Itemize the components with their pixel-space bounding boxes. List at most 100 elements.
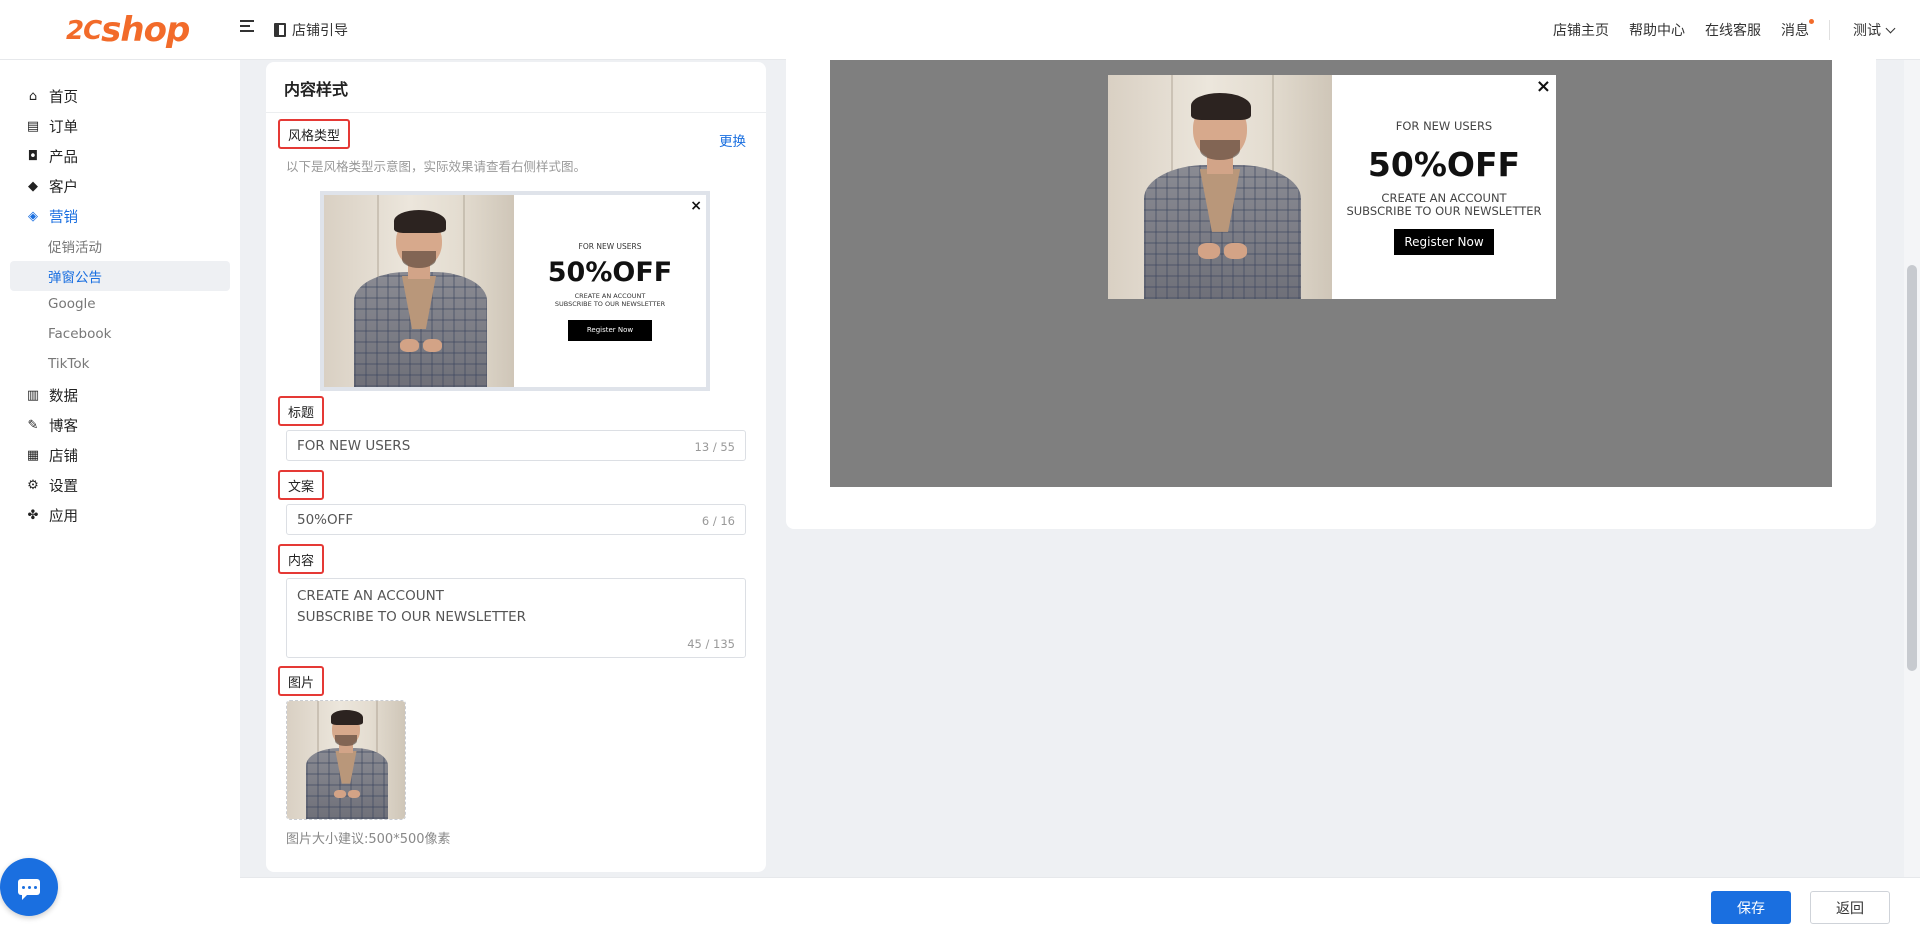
sidebar-label: 设置	[49, 479, 78, 495]
promo-headline: 50%OFF	[547, 256, 673, 288]
unread-dot	[1809, 19, 1814, 24]
style-type-thumbnail[interactable]: × FOR NEW USERS 50%OFF CREATE AN ACCOUNT…	[320, 191, 710, 391]
sidebar-item-products[interactable]: ◘ 产品	[26, 146, 78, 167]
preview-stage: × FOR NEW USERS 50%OFF CREATE AN ACCOUNT…	[830, 60, 1832, 487]
logo-text: shop	[101, 10, 190, 50]
sidebar-label: 首页	[49, 90, 78, 106]
popup-preview: × FOR NEW USERS 50%OFF CREATE AN ACCOUNT…	[1108, 75, 1556, 299]
popup-headline: 50%OFF	[1367, 144, 1521, 184]
title-char-count: 13 / 55	[694, 440, 735, 454]
menu-toggle-icon[interactable]	[240, 20, 254, 32]
gear-icon: ⚙	[27, 478, 39, 493]
copy-label: 文案	[278, 470, 325, 500]
sidebar-sub-facebook[interactable]: Facebook	[48, 326, 111, 342]
scrollbar-thumb[interactable]	[1907, 265, 1917, 671]
promo-line2: SUBSCRIBE TO OUR NEWSLETTER	[554, 299, 666, 308]
page-scrollbar[interactable]	[1904, 60, 1920, 877]
sidebar-label: 数据	[49, 389, 78, 405]
edit-icon: ✎	[27, 418, 39, 433]
sidebar-sub-tiktok[interactable]: TikTok	[48, 356, 89, 372]
title-label: 标题	[278, 396, 325, 426]
messages-label: 消息	[1781, 23, 1809, 39]
sidebar-item-data[interactable]: ▥ 数据	[26, 385, 78, 406]
promo-text-block: × FOR NEW USERS 50%OFF CREATE AN ACCOUNT…	[514, 195, 706, 387]
sidebar-label: 营销	[49, 210, 78, 226]
sidebar-item-home[interactable]: ⌂ 首页	[26, 86, 78, 107]
sidebar-label: 订单	[49, 120, 78, 136]
sidebar-item-settings[interactable]: ⚙ 设置	[26, 475, 78, 496]
copy-char-count: 6 / 16	[701, 514, 735, 528]
sidebar-label: 博客	[49, 419, 78, 435]
store-icon: ▦	[26, 448, 40, 463]
popup-kicker: FOR NEW USERS	[1395, 118, 1493, 133]
promo-cta: Register Now	[568, 319, 652, 341]
logo[interactable]: 2Cshop	[66, 8, 190, 52]
clipboard-icon: ▤	[26, 119, 40, 134]
content-textarea[interactable]: CREATE AN ACCOUNT SUBSCRIBE TO OUR NEWSL…	[286, 578, 746, 658]
copy-input-value: 50%OFF	[297, 512, 354, 528]
header-divider	[1829, 20, 1830, 40]
content-style-card: 内容样式 风格类型 更换 以下是风格类型示意图，实际效果请查看右侧样式图。 × …	[266, 62, 766, 872]
bottom-action-bar: 保存 返回	[240, 877, 1920, 937]
style-hint: 以下是风格类型示意图，实际效果请查看右侧样式图。	[286, 159, 587, 174]
store-home-link[interactable]: 店铺主页	[1553, 20, 1609, 40]
content-textarea-input[interactable]: CREATE AN ACCOUNT SUBSCRIBE TO OUR NEWSL…	[287, 579, 745, 657]
active-sub-highlight	[10, 261, 230, 291]
store-guide-link[interactable]: 店铺引导	[274, 20, 348, 40]
popup-close-icon[interactable]: ×	[1536, 78, 1551, 96]
image-hint: 图片大小建议:500*500像素	[286, 832, 451, 847]
puzzle-icon: ✤	[27, 508, 39, 523]
sidebar-item-apps[interactable]: ✤ 应用	[26, 505, 78, 526]
close-icon: ×	[690, 198, 702, 214]
chat-button[interactable]	[0, 858, 58, 916]
chat-icon	[18, 879, 40, 900]
divider	[266, 112, 766, 113]
bar-chart-icon: ▥	[26, 388, 40, 403]
promo-line1: CREATE AN ACCOUNT	[574, 291, 646, 300]
popup-model-photo	[1108, 75, 1332, 299]
popup-text-block: × FOR NEW USERS 50%OFF CREATE AN ACCOUNT…	[1332, 75, 1556, 299]
help-center-link[interactable]: 帮助中心	[1629, 20, 1685, 40]
logo-prefix: 2C	[66, 16, 102, 46]
title-input-value: FOR NEW USERS	[297, 438, 411, 454]
change-style-link[interactable]: 更换	[719, 130, 746, 150]
image-label: 图片	[278, 666, 325, 696]
popup-cta-button[interactable]: Register Now	[1394, 229, 1494, 256]
sidebar-item-orders[interactable]: ▤ 订单	[26, 116, 78, 137]
copy-input[interactable]: 50%OFF 6 / 16	[286, 504, 746, 535]
model-photo	[324, 195, 514, 387]
sidebar-item-customers[interactable]: ◆ 客户	[26, 176, 78, 197]
content-label: 内容	[278, 544, 325, 574]
tag-icon: ◈	[28, 209, 38, 224]
popup-line1: CREATE AN ACCOUNT	[1381, 190, 1507, 205]
sidebar-item-marketing[interactable]: ◈ 营销	[26, 206, 78, 227]
sidebar-sub-promotions[interactable]: 促销活动	[48, 236, 102, 256]
header-links: 店铺主页 帮助中心 在线客服 消息	[1553, 19, 1830, 40]
style-type-label: 风格类型	[278, 119, 351, 149]
online-support-link[interactable]: 在线客服	[1705, 20, 1761, 40]
messages-link[interactable]: 消息	[1781, 19, 1814, 40]
title-input[interactable]: FOR NEW USERS 13 / 55	[286, 430, 746, 461]
sidebar-sub-google[interactable]: Google	[48, 296, 96, 312]
home-icon: ⌂	[28, 89, 38, 104]
image-upload[interactable]	[286, 700, 406, 820]
sidebar-sub-popup[interactable]: 弹窗公告	[48, 266, 102, 286]
sidebar: ⌂ 首页 ▤ 订单 ◘ 产品 ◆ 客户 ◈ 营销 促销活动 弹窗公告 Google Fac…	[0, 60, 240, 937]
preview-card: × FOR NEW USERS 50%OFF CREATE AN ACCOUNT…	[786, 46, 1876, 529]
diamond-icon: ◆	[28, 179, 38, 194]
save-button[interactable]: 保存	[1711, 891, 1791, 924]
section-title: 内容样式	[284, 80, 349, 99]
sidebar-item-store[interactable]: ▦ 店铺	[26, 445, 78, 466]
promo-kicker: FOR NEW USERS	[578, 241, 642, 251]
back-button[interactable]: 返回	[1810, 891, 1890, 924]
bag-icon: ◘	[27, 149, 39, 164]
uploaded-image	[287, 701, 405, 819]
chevron-down-icon	[1885, 23, 1896, 33]
user-name: 测试	[1853, 23, 1881, 39]
sidebar-label: 应用	[49, 509, 78, 525]
content-char-count: 45 / 135	[687, 637, 735, 651]
book-icon	[274, 23, 286, 37]
sidebar-item-blog[interactable]: ✎ 博客	[26, 415, 78, 436]
sidebar-label: 客户	[49, 180, 78, 196]
user-menu[interactable]: 测试	[1853, 20, 1896, 40]
